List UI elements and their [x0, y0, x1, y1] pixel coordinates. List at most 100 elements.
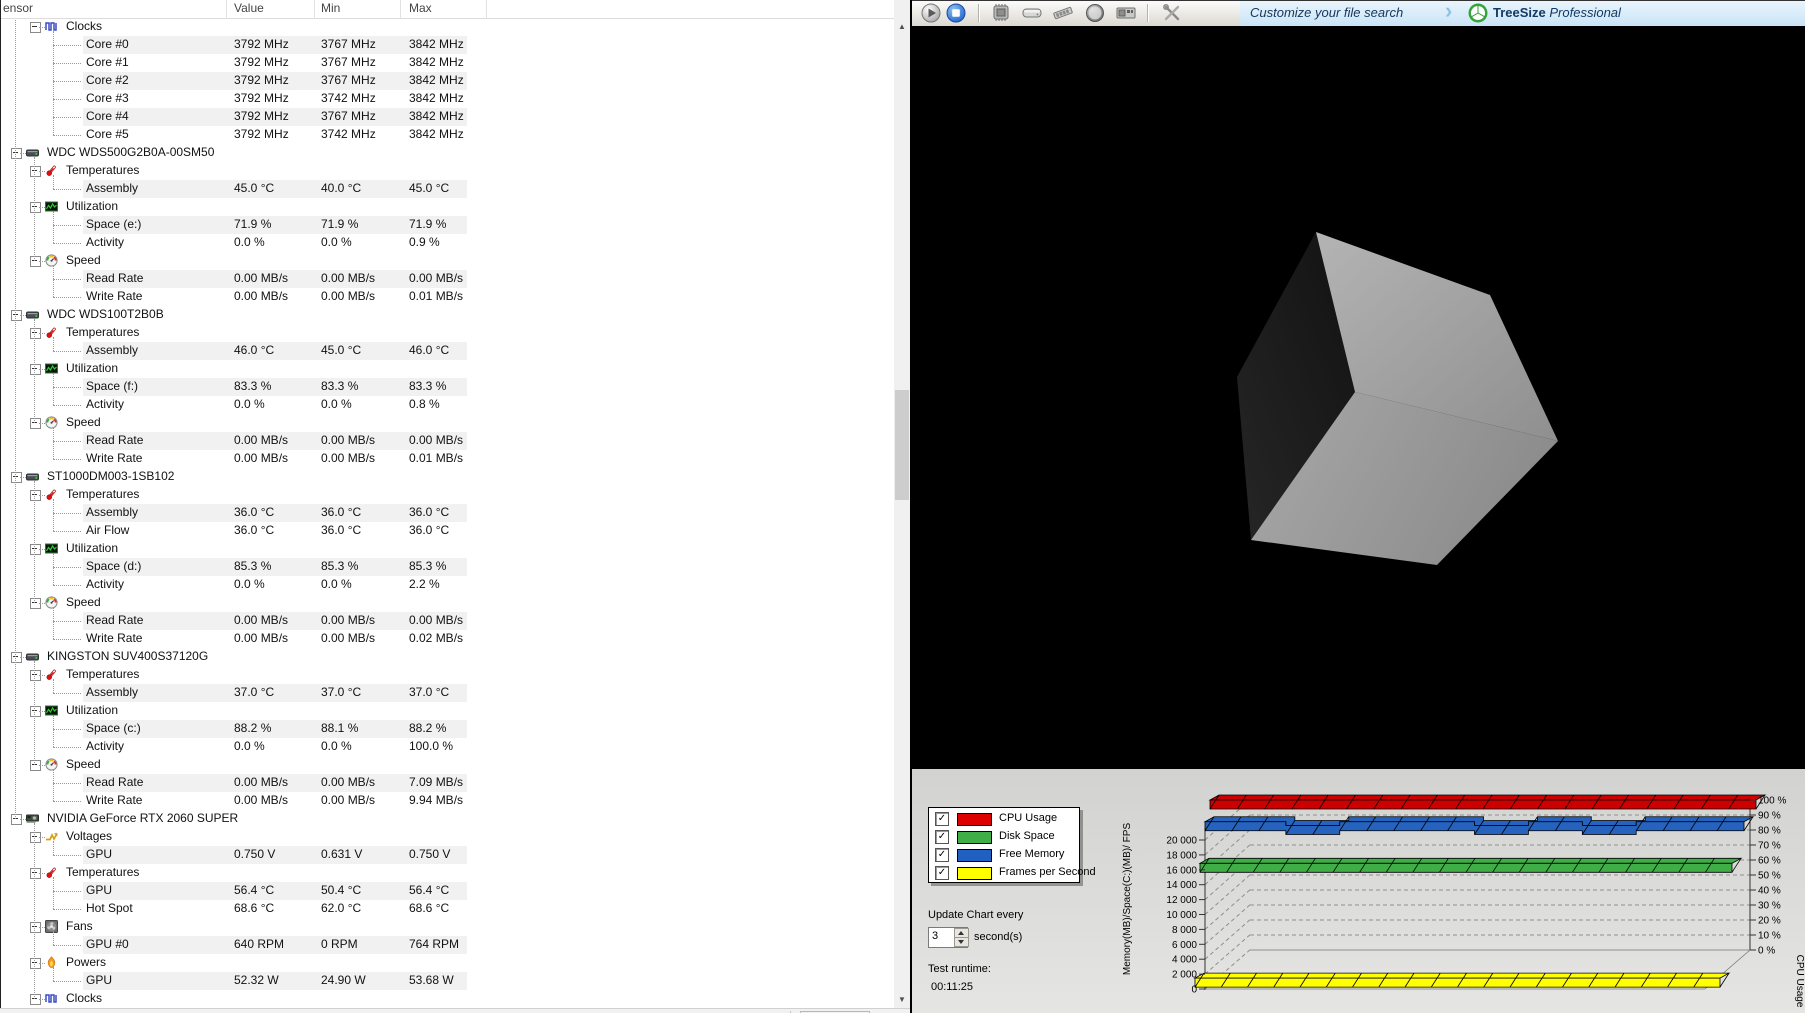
sensor-row[interactable]: Activity0.0 %0.0 %100.0 %	[1, 738, 895, 756]
interval-value[interactable]: 3	[932, 930, 938, 942]
legend-checkbox[interactable]: ✓	[935, 812, 949, 826]
sensor-row[interactable]: Core #03792 MHz3767 MHz3842 MHz	[1, 36, 895, 54]
sensor-group-row[interactable]: Speed	[1, 756, 895, 774]
column-divider[interactable]	[226, 0, 227, 18]
sensor-group-row[interactable]: Fans	[1, 918, 895, 936]
sensor-row[interactable]: Activity0.0 %0.0 %0.9 %	[1, 234, 895, 252]
sensor-row[interactable]: GPU56.4 °C50.4 °C56.4 °C	[1, 882, 895, 900]
sensor-max: 0.00 MB/s	[409, 613, 463, 627]
scroll-down-icon[interactable]: ▼	[894, 991, 910, 1008]
sensor-row[interactable]: Space (e:)71.9 %71.9 %71.9 %	[1, 216, 895, 234]
column-divider[interactable]	[400, 0, 401, 18]
sensor-row[interactable]: Assembly46.0 °C45.0 °C46.0 °C	[1, 342, 895, 360]
sensor-row[interactable]: Activity0.0 %0.0 %0.8 %	[1, 396, 895, 414]
sensor-group-row[interactable]: WDC WDS100T2B0B	[1, 306, 895, 324]
sensor-group-row[interactable]: Utilization	[1, 702, 895, 720]
sensor-group-row[interactable]: Speed	[1, 414, 895, 432]
tools-button[interactable]	[1160, 3, 1184, 24]
sensor-row[interactable]: GPU0.750 V0.631 V0.750 V	[1, 846, 895, 864]
cpu-button[interactable]	[989, 3, 1013, 24]
sensor-group-row[interactable]: Temperatures	[1, 486, 895, 504]
speed-icon	[45, 416, 58, 429]
column-sensor[interactable]: ensor	[3, 1, 33, 15]
sensor-group-row[interactable]: Clocks	[1, 18, 895, 36]
sensor-row[interactable]: GPU52.32 W24.90 W53.68 W	[1, 972, 895, 990]
sensor-row[interactable]: Core #23792 MHz3767 MHz3842 MHz	[1, 72, 895, 90]
legend-checkbox[interactable]: ✓	[935, 830, 949, 844]
tree-scrollbar[interactable]: ▲ ▼	[894, 0, 910, 1013]
column-divider[interactable]	[486, 0, 487, 18]
sensor-name: Read Rate	[86, 433, 143, 447]
sensor-group-row[interactable]: Voltages	[1, 828, 895, 846]
thermometer-icon	[45, 668, 58, 681]
update-chart-label: Update Chart every	[928, 909, 1023, 921]
svg-text:20 %: 20 %	[1758, 916, 1781, 927]
column-divider[interactable]	[314, 0, 315, 18]
sensor-min: 0.00 MB/s	[321, 271, 375, 285]
sensor-row[interactable]: Space (f:)83.3 %83.3 %83.3 %	[1, 378, 895, 396]
legend-checkbox[interactable]: ✓	[935, 848, 949, 862]
sensor-row[interactable]: Hot Spot68.6 °C62.0 °C68.6 °C	[1, 900, 895, 918]
play-button[interactable]	[919, 3, 943, 24]
monitor-button[interactable]	[1083, 3, 1107, 24]
speed-icon	[45, 596, 58, 609]
sensor-row[interactable]: Write Rate0.00 MB/s0.00 MB/s0.01 MB/s	[1, 288, 895, 306]
sensor-group-row[interactable]: Temperatures	[1, 324, 895, 342]
sensor-group-row[interactable]: ST1000DM003-1SB102	[1, 468, 895, 486]
sensor-row[interactable]: Assembly37.0 °C37.0 °C37.0 °C	[1, 684, 895, 702]
sensor-group-row[interactable]: Powers	[1, 954, 895, 972]
legend-label: Free Memory	[999, 848, 1064, 860]
stepper-down-icon[interactable]	[954, 937, 969, 947]
memory-button[interactable]	[1051, 3, 1075, 24]
sensor-name: Space (e:)	[86, 217, 141, 231]
sensor-row[interactable]: Air Flow36.0 °C36.0 °C36.0 °C	[1, 522, 895, 540]
column-max[interactable]: Max	[409, 1, 432, 15]
sensor-row[interactable]: Write Rate0.00 MB/s0.00 MB/s0.01 MB/s	[1, 450, 895, 468]
svg-text:CPU Usage: CPU Usage	[1794, 955, 1805, 1008]
sensor-group-row[interactable]: Utilization	[1, 540, 895, 558]
sensor-group-row[interactable]: Temperatures	[1, 864, 895, 882]
sensor-row[interactable]: Read Rate0.00 MB/s0.00 MB/s0.00 MB/s	[1, 612, 895, 630]
sensor-row[interactable]: Assembly45.0 °C40.0 °C45.0 °C	[1, 180, 895, 198]
gpu-card-button[interactable]	[1114, 3, 1138, 24]
column-value[interactable]: Value	[234, 1, 264, 15]
column-min[interactable]: Min	[321, 1, 340, 15]
sensor-row[interactable]: Core #33792 MHz3742 MHz3842 MHz	[1, 90, 895, 108]
drive-button[interactable]	[1020, 3, 1044, 24]
sensor-group-row[interactable]: Speed	[1, 252, 895, 270]
sensor-row[interactable]: Assembly36.0 °C36.0 °C36.0 °C	[1, 504, 895, 522]
sensor-min: 0.0 %	[321, 577, 352, 591]
sensor-row[interactable]: Read Rate0.00 MB/s0.00 MB/s7.09 MB/s	[1, 774, 895, 792]
sensor-row[interactable]: Core #13792 MHz3767 MHz3842 MHz	[1, 54, 895, 72]
sensor-row[interactable]: GPU #0640 RPM0 RPM764 RPM	[1, 936, 895, 954]
interval-stepper[interactable]: 3	[928, 927, 968, 948]
sensor-group-row[interactable]: Utilization	[1, 360, 895, 378]
sensor-row[interactable]: Space (d:)85.3 %85.3 %85.3 %	[1, 558, 895, 576]
sensor-group-row[interactable]: WDC WDS500G2B0A-00SM50	[1, 144, 895, 162]
sensor-row[interactable]: Activity0.0 %0.0 %2.2 %	[1, 576, 895, 594]
scroll-thumb[interactable]	[895, 390, 909, 500]
sensor-row[interactable]: Read Rate0.00 MB/s0.00 MB/s0.00 MB/s	[1, 432, 895, 450]
sensor-group-row[interactable]: Temperatures	[1, 666, 895, 684]
clocks-icon	[45, 20, 58, 33]
sensor-group-row[interactable]: NVIDIA GeForce RTX 2060 SUPER	[1, 810, 895, 828]
legend-checkbox[interactable]: ✓	[935, 866, 949, 880]
sensor-row[interactable]: Write Rate0.00 MB/s0.00 MB/s9.94 MB/s	[1, 792, 895, 810]
sensor-group-row[interactable]: Speed	[1, 594, 895, 612]
svg-text:14 000: 14 000	[1166, 880, 1197, 891]
legend-label: Frames per Second	[999, 866, 1096, 878]
stop-button[interactable]	[944, 3, 968, 24]
sensor-group-row[interactable]: Clocks	[1, 990, 895, 1008]
sensor-group-row[interactable]: Utilization	[1, 198, 895, 216]
sensor-row[interactable]: Write Rate0.00 MB/s0.00 MB/s0.02 MB/s	[1, 630, 895, 648]
sensor-group-row[interactable]: KINGSTON SUV400S37120G	[1, 648, 895, 666]
sensor-row[interactable]: Read Rate0.00 MB/s0.00 MB/s0.00 MB/s	[1, 270, 895, 288]
treesize-ad-banner[interactable]: Customize your file search › TreeSize Pr…	[1240, 1, 1805, 26]
sensor-value: 0.00 MB/s	[234, 793, 288, 807]
sensor-group-row[interactable]: Temperatures	[1, 162, 895, 180]
sensor-row[interactable]: Core #43792 MHz3767 MHz3842 MHz	[1, 108, 895, 126]
sensor-min: 0.631 V	[321, 847, 362, 861]
sensor-row[interactable]: Core #53792 MHz3742 MHz3842 MHz	[1, 126, 895, 144]
scroll-up-icon[interactable]: ▲	[894, 18, 910, 35]
sensor-row[interactable]: Space (c:)88.2 %88.1 %88.2 %	[1, 720, 895, 738]
